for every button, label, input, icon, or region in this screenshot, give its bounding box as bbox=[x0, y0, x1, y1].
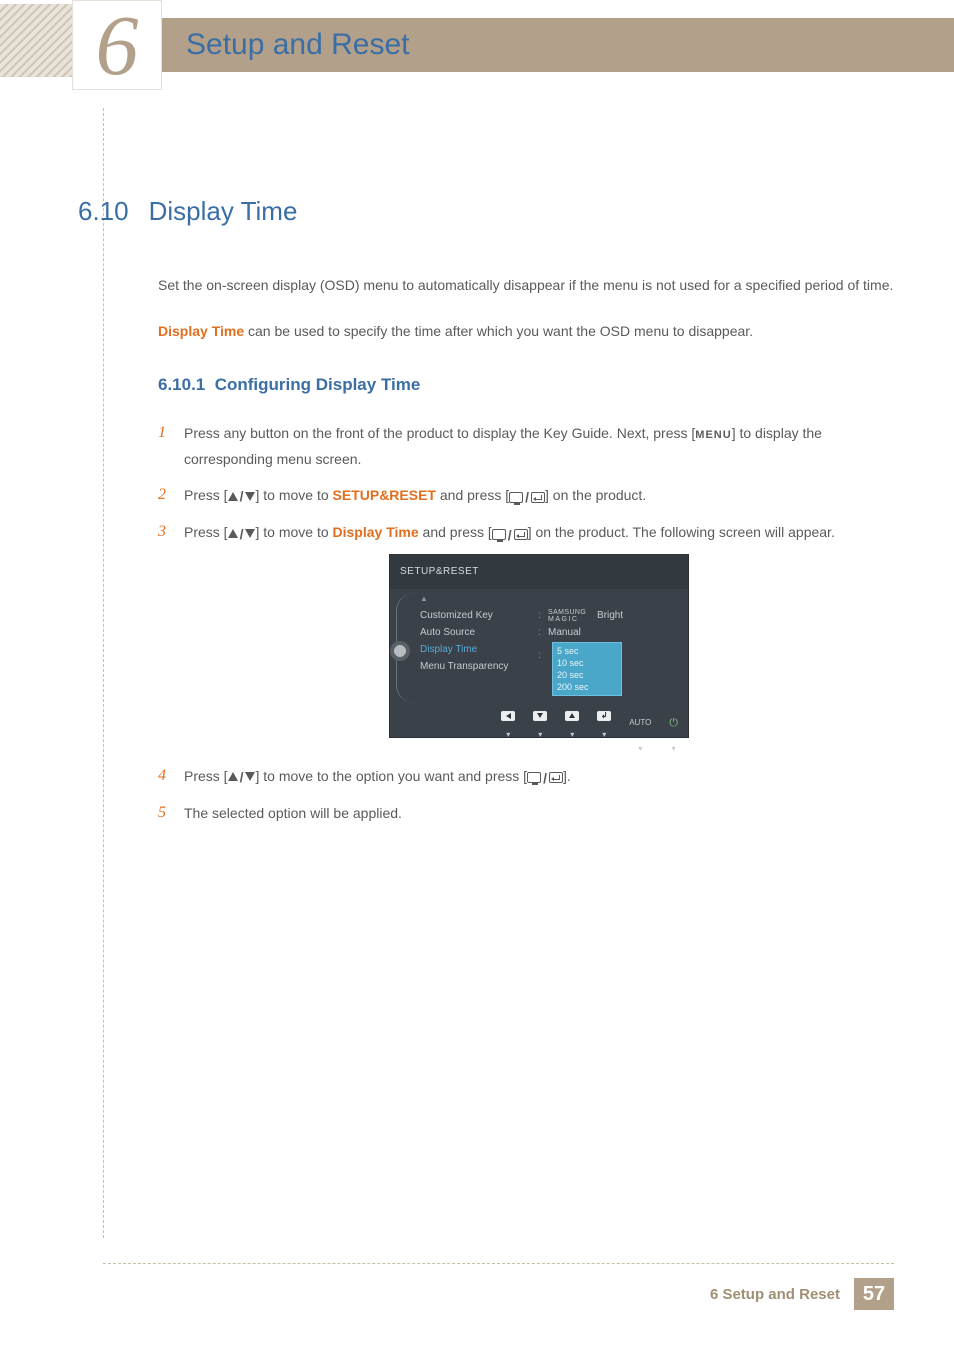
step-2-text-a: Press [ bbox=[184, 487, 228, 503]
up-down-icon: / bbox=[228, 522, 256, 546]
step-1-text-a: Press any button on the front of the pro… bbox=[184, 425, 695, 441]
setup-reset-keyword: SETUP&RESET bbox=[333, 487, 436, 503]
osd-footer-up: ▾ bbox=[565, 711, 579, 747]
step-3-text-b: ] to move to bbox=[255, 524, 332, 540]
second-paragraph: Display Time can be used to specify the … bbox=[158, 319, 894, 343]
source-icon bbox=[509, 492, 523, 503]
osd-footer-enter: ↲▾ bbox=[597, 711, 611, 747]
section-title: Display Time bbox=[149, 196, 298, 226]
step-3-text-a: Press [ bbox=[184, 524, 228, 540]
page-number-box: 57 bbox=[854, 1278, 894, 1310]
step-number: 1 bbox=[158, 421, 184, 471]
osd-screenshot: SETUP&RESET ▲ Customized Key Auto Source… bbox=[184, 554, 894, 738]
page-footer: 6 Setup and Reset 57 bbox=[103, 1263, 894, 1310]
osd-item-menu-transparency: Menu Transparency bbox=[420, 659, 538, 676]
step-text: The selected option will be applied. bbox=[184, 801, 894, 825]
second-paragraph-rest: can be used to specify the time after wh… bbox=[244, 323, 753, 339]
auto-label: AUTO bbox=[629, 711, 651, 735]
step-number: 2 bbox=[158, 483, 184, 508]
osd-menu-right: :SAMSUNGMAGIC Bright :Manual : 5 sec 10 … bbox=[538, 589, 678, 709]
osd-footer-down: ▾ bbox=[533, 711, 547, 747]
up-down-icon: / bbox=[228, 765, 256, 789]
header-diagonal-pattern bbox=[0, 4, 72, 77]
enter-icon bbox=[549, 772, 563, 783]
osd-footer-back: ▾ bbox=[501, 711, 515, 747]
osd-panel: SETUP&RESET ▲ Customized Key Auto Source… bbox=[389, 554, 689, 738]
chapter-number: 6 bbox=[96, 0, 139, 95]
display-time-keyword: Display Time bbox=[158, 323, 244, 339]
triangle-up-icon bbox=[228, 492, 238, 501]
triangle-down-icon bbox=[537, 713, 543, 718]
step-3-text-d: ] on the product. The following screen w… bbox=[528, 524, 835, 540]
intro-paragraph: Set the on-screen display (OSD) menu to … bbox=[158, 273, 894, 297]
step-2: 2 Press [/] to move to SETUP&RESET and p… bbox=[158, 483, 894, 508]
triangle-down-icon bbox=[245, 492, 255, 501]
gear-icon bbox=[390, 641, 410, 661]
enter-icon bbox=[531, 492, 545, 503]
step-5: 5 The selected option will be applied. bbox=[158, 801, 894, 825]
subsection-heading: 6.10.1 Configuring Display Time bbox=[158, 375, 894, 395]
osd-dropdown: 5 sec 10 sec 20 sec 200 sec bbox=[552, 642, 622, 696]
step-number: 5 bbox=[158, 801, 184, 825]
step-4-text-b: ] to move to the option you want and pre… bbox=[255, 768, 527, 784]
step-2-text-d: ] on the product. bbox=[545, 487, 646, 503]
triangle-left-icon bbox=[506, 713, 511, 719]
triangle-up-icon bbox=[228, 529, 238, 538]
osd-footer: ▾ ▾ ▾ ↲▾ AUTO▾ ⏻▾ bbox=[390, 709, 688, 737]
step-text: Press [/] to move to SETUP&RESET and pre… bbox=[184, 483, 894, 508]
triangle-down-icon bbox=[245, 529, 255, 538]
step-1: 1 Press any button on the front of the p… bbox=[158, 421, 894, 471]
triangle-up-icon bbox=[228, 772, 238, 781]
step-text: Press [/] to move to Display Time and pr… bbox=[184, 520, 894, 751]
osd-option-200sec: 200 sec bbox=[557, 681, 617, 693]
page-number: 57 bbox=[863, 1283, 885, 1306]
page: 6 Setup and Reset 6.10 Display Time Set t… bbox=[0, 0, 954, 1350]
source-enter-icon: / bbox=[492, 523, 528, 547]
power-icon: ⏻ bbox=[669, 711, 678, 735]
osd-menu-left: ▲ Customized Key Auto Source Display Tim… bbox=[420, 589, 538, 709]
triangle-up-icon bbox=[569, 713, 575, 718]
osd-option-20sec: 20 sec bbox=[557, 669, 617, 681]
step-3: 3 Press [/] to move to Display Time and … bbox=[158, 520, 894, 751]
step-number: 3 bbox=[158, 520, 184, 751]
chapter-title: Setup and Reset bbox=[186, 28, 410, 62]
osd-footer-power: ⏻▾ bbox=[669, 711, 678, 761]
step-2-text-c: and press [ bbox=[436, 487, 509, 503]
footer-chapter-label: 6 Setup and Reset bbox=[710, 1286, 840, 1303]
osd-option-10sec: 10 sec bbox=[557, 657, 617, 669]
source-icon bbox=[527, 772, 541, 783]
source-icon bbox=[492, 529, 506, 540]
content-area: 6.10 Display Time Set the on-screen displ… bbox=[78, 196, 894, 837]
osd-option-5sec: 5 sec bbox=[557, 645, 617, 657]
step-number: 4 bbox=[158, 764, 184, 789]
osd-footer-auto: AUTO▾ bbox=[629, 711, 651, 761]
osd-item-label: Menu Transparency bbox=[420, 655, 508, 679]
source-enter-icon: / bbox=[509, 485, 545, 509]
steps-list: 1 Press any button on the front of the p… bbox=[158, 421, 894, 825]
osd-value-display-time: : 5 sec 10 sec 20 sec 200 sec bbox=[538, 642, 678, 696]
bright-label: Bright bbox=[597, 604, 623, 628]
step-text: Press any button on the front of the pro… bbox=[184, 421, 894, 471]
step-4-text-c: ]. bbox=[563, 768, 571, 784]
source-enter-icon: / bbox=[527, 766, 563, 790]
menu-button-label: MENU bbox=[695, 429, 731, 441]
step-4: 4 Press [/] to move to the option you wa… bbox=[158, 764, 894, 789]
step-3-text-c: and press [ bbox=[419, 524, 492, 540]
samsung-label: SAMSUNG bbox=[548, 609, 586, 616]
display-time-keyword: Display Time bbox=[333, 524, 419, 540]
up-down-icon: / bbox=[228, 484, 256, 508]
step-text: Press [/] to move to the option you want… bbox=[184, 764, 894, 789]
chapter-number-box: 6 bbox=[72, 0, 162, 90]
osd-body: ▲ Customized Key Auto Source Display Tim… bbox=[390, 589, 688, 709]
subsection-number: 6.10.1 bbox=[158, 375, 205, 394]
step-2-text-b: ] to move to bbox=[255, 487, 332, 503]
section-number: 6.10 bbox=[78, 196, 129, 226]
osd-title: SETUP&RESET bbox=[390, 555, 688, 589]
step-4-text-a: Press [ bbox=[184, 768, 228, 784]
section-heading: 6.10 Display Time bbox=[78, 196, 894, 227]
subsection-title: Configuring Display Time bbox=[215, 375, 421, 394]
enter-icon bbox=[514, 529, 528, 540]
triangle-down-icon bbox=[245, 772, 255, 781]
